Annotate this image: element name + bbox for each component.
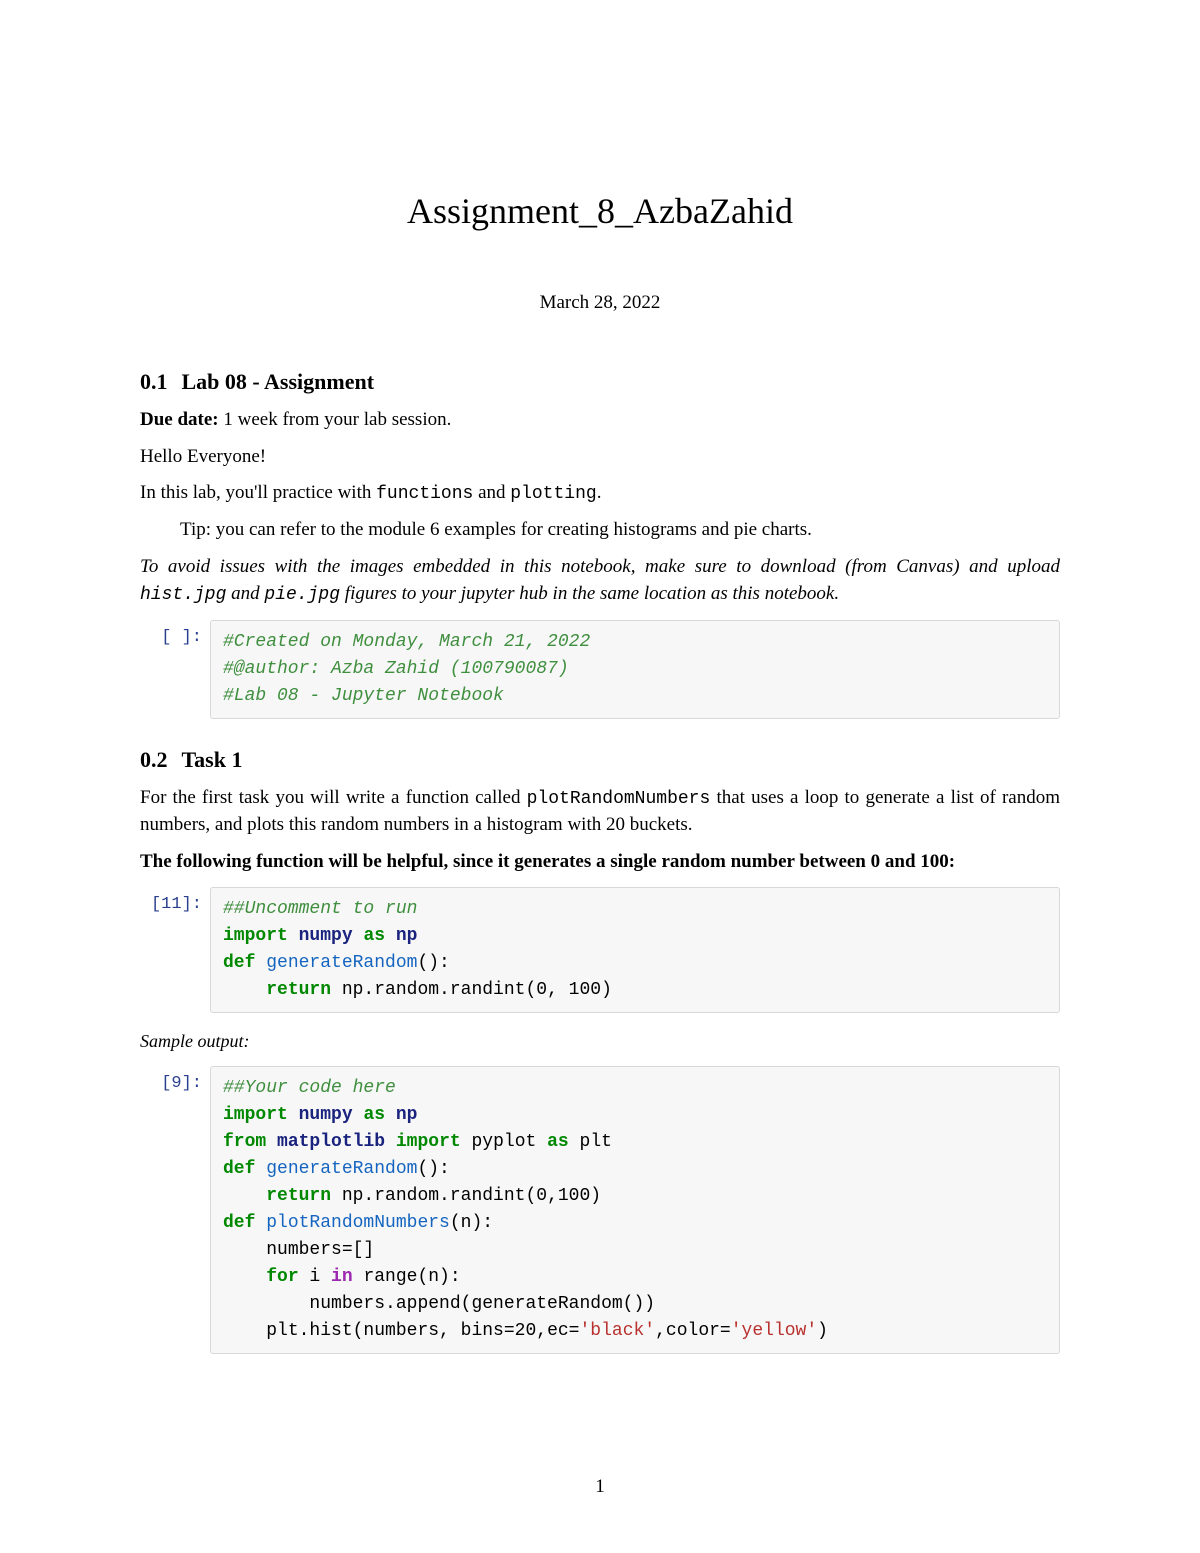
c3-append: numbers.append(generateRandom()) [309, 1294, 655, 1314]
cell-body-1: #Created on Monday, March 21, 2022 #@aut… [210, 620, 1060, 719]
c3-from: from [223, 1132, 266, 1152]
note-mid: and [226, 583, 264, 604]
due-date-label: Due date: [140, 409, 219, 430]
c3-gret: np.random.randint(0,100) [331, 1186, 601, 1206]
sample-output-label: Sample output: [140, 1029, 1060, 1054]
due-date-text: 1 week from your lab session. [219, 409, 452, 430]
c3-import: import [223, 1105, 288, 1125]
c3-plt: plt [580, 1132, 612, 1152]
section-number: 0.1 [140, 369, 168, 394]
cell-prompt-2: [11]: [140, 887, 210, 914]
cell-body-2: ##Uncomment to run import numpy as np de… [210, 887, 1060, 1013]
download-note: To avoid issues with the images embedded… [140, 554, 1060, 608]
page-number: 1 [0, 1476, 1200, 1498]
c3-plotfn: plotRandomNumbers [266, 1213, 450, 1233]
c3-paren1: (): [417, 1159, 449, 1179]
tip-line: Tip: you can refer to the module 6 examp… [180, 517, 1060, 544]
section-number-2: 0.2 [140, 747, 168, 772]
note-post: figures to your jupyter hub in the same … [340, 583, 839, 604]
note-pre: To avoid issues with the images embedded… [140, 556, 1060, 577]
hello-line: Hello Everyone! [140, 444, 1060, 471]
c2-as: as [363, 926, 385, 946]
c3-ret1: return [266, 1186, 331, 1206]
c3-hist-pre: plt.hist(numbers, bins=20,ec= [266, 1321, 579, 1341]
c3-numbers: numbers=[] [266, 1240, 374, 1260]
section-title-2: Task 1 [182, 747, 243, 772]
note-file-hist: hist.jpg [140, 585, 226, 605]
cell1-line2: #@author: Azba Zahid (100790087) [223, 659, 569, 679]
c2-fn: generateRandom [266, 953, 417, 973]
due-date-line: Due date: 1 week from your lab session. [140, 407, 1060, 434]
c3-in: in [331, 1267, 353, 1287]
intro-post: . [597, 482, 602, 503]
cell-body-3: ##Your code here import numpy as np from… [210, 1066, 1060, 1354]
c2-comment: ##Uncomment to run [223, 899, 417, 919]
c3-def1: def [223, 1159, 255, 1179]
c3-plotparen: (n): [450, 1213, 493, 1233]
document-page: Assignment_8_AzbaZahid March 28, 2022 0.… [0, 0, 1200, 1553]
task1-description: For the first task you will write a func… [140, 785, 1060, 839]
c3-for: for [266, 1267, 298, 1287]
c3-hist-post: ) [817, 1321, 828, 1341]
c3-def2: def [223, 1213, 255, 1233]
code-cell-2: [11]: ##Uncomment to run import numpy as… [140, 887, 1060, 1013]
c2-paren: (): [417, 953, 449, 973]
document-date: March 28, 2022 [140, 292, 1060, 314]
intro-code-functions: functions [376, 484, 473, 504]
cell-prompt-3: [9]: [140, 1066, 210, 1093]
desc-code: plotRandomNumbers [527, 789, 711, 809]
desc-pre: For the first task you will write a func… [140, 787, 527, 808]
c2-numpy: numpy [299, 926, 353, 946]
c3-as2: as [547, 1132, 569, 1152]
c2-def: def [223, 953, 255, 973]
c3-comment: ##Your code here [223, 1078, 396, 1098]
cell1-line3: #Lab 08 - Jupyter Notebook [223, 686, 504, 706]
section-heading-task1: 0.2 Task 1 [140, 747, 1060, 773]
c2-body: np.random.randint(0, 100) [331, 980, 612, 1000]
c3-as: as [363, 1105, 385, 1125]
note-file-pie: pie.jpg [264, 585, 340, 605]
code-cell-3: [9]: ##Your code here import numpy as np… [140, 1066, 1060, 1354]
c3-numpy: numpy [299, 1105, 353, 1125]
cell-prompt-1: [ ]: [140, 620, 210, 647]
c3-import2: import [396, 1132, 461, 1152]
cell1-line1: #Created on Monday, March 21, 2022 [223, 632, 590, 652]
c3-i: i [299, 1267, 331, 1287]
code-cell-1: [ ]: #Created on Monday, March 21, 2022 … [140, 620, 1060, 719]
c3-hist-s2: 'yellow' [731, 1321, 817, 1341]
c3-mpl: matplotlib [277, 1132, 385, 1152]
section-title: Lab 08 - Assignment [182, 369, 375, 394]
c3-gen: generateRandom [266, 1159, 417, 1179]
document-title: Assignment_8_AzbaZahid [140, 190, 1060, 232]
c3-np: np [396, 1105, 418, 1125]
c3-hist-s1: 'black' [579, 1321, 655, 1341]
c2-import: import [223, 926, 288, 946]
helpful-line: The following function will be helpful, … [140, 849, 1060, 876]
c3-hist-mid: ,color= [655, 1321, 731, 1341]
intro-code-plotting: plotting [510, 484, 596, 504]
intro-pre: In this lab, you'll practice with [140, 482, 376, 503]
c2-return: return [266, 980, 331, 1000]
c3-pyplot: pyplot [461, 1132, 547, 1152]
c2-np: np [396, 926, 418, 946]
c3-range: range(n): [353, 1267, 461, 1287]
section-heading-lab08: 0.1 Lab 08 - Assignment [140, 369, 1060, 395]
intro-line: In this lab, you'll practice with functi… [140, 480, 1060, 507]
intro-mid: and [473, 482, 510, 503]
